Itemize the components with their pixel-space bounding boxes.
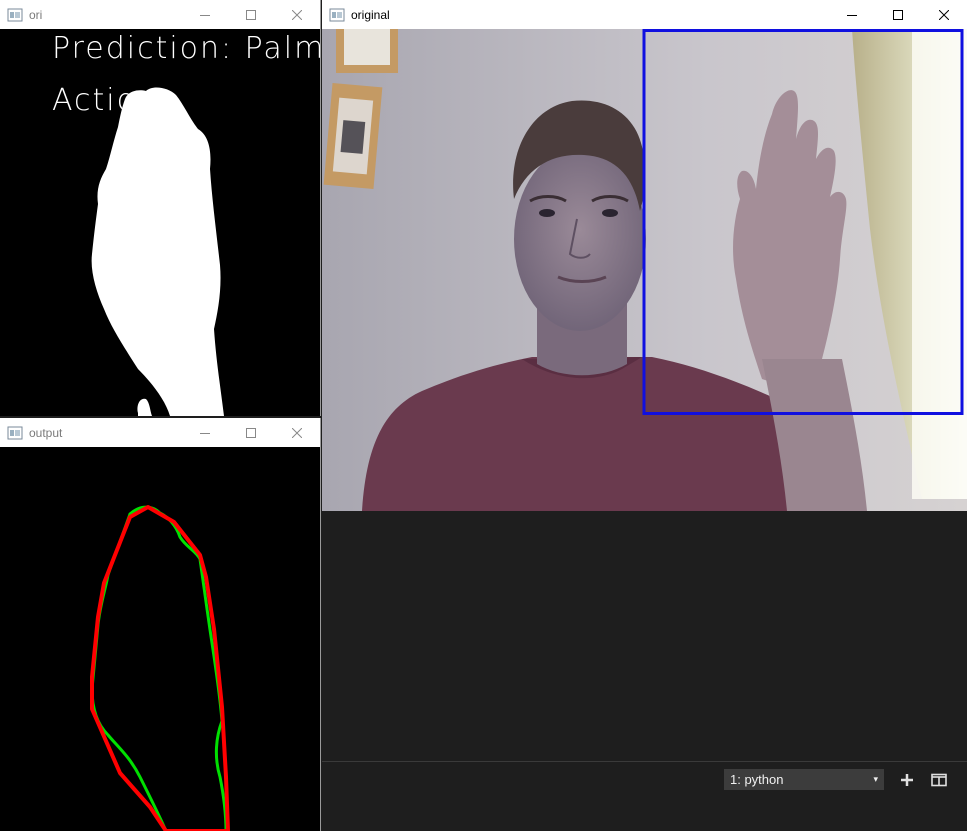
app-icon [7, 426, 23, 439]
hull-red [90, 505, 230, 831]
maximize-icon [893, 9, 903, 20]
titlebar-original[interactable]: original [322, 0, 967, 29]
terminal-panel: 1: python ▾ [322, 511, 967, 831]
maximize-icon [246, 427, 256, 438]
app-icon [7, 8, 23, 21]
webcam-image [322, 29, 967, 511]
app-icon [329, 8, 345, 21]
webcam-frame [322, 29, 967, 511]
close-button[interactable] [274, 418, 320, 447]
close-button[interactable] [921, 0, 967, 29]
contour-green [90, 505, 228, 831]
contour-image [0, 447, 320, 831]
close-button[interactable] [274, 0, 320, 29]
close-icon [939, 9, 949, 20]
titlebar-ori[interactable]: ori [0, 0, 320, 29]
picture-frame [336, 29, 398, 73]
new-terminal-button[interactable] [898, 771, 916, 789]
split-icon [931, 773, 947, 787]
minimize-icon [200, 432, 210, 434]
close-icon [292, 9, 302, 20]
contour-drawing [90, 505, 230, 831]
plus-icon [901, 774, 913, 786]
split-terminal-button[interactable] [930, 771, 948, 789]
terminal-divider [322, 761, 967, 762]
action-text: Action [52, 83, 158, 118]
window-title: ori [29, 7, 43, 22]
maximize-button[interactable] [228, 0, 274, 29]
hand-mask [91, 87, 224, 416]
window-ori: ori Prediction: Palm Action [0, 0, 321, 416]
window-title: output [29, 425, 63, 440]
maximize-button[interactable] [875, 0, 921, 29]
maximize-button[interactable] [228, 418, 274, 447]
picture-frame [323, 83, 383, 189]
chevron-down-icon: ▾ [873, 774, 878, 784]
prediction-text: Prediction: Palm [52, 31, 321, 66]
window-output: output [0, 418, 321, 831]
terminal-select[interactable]: 1: python ▾ [724, 769, 884, 790]
minimize-button[interactable] [182, 0, 228, 29]
close-icon [292, 427, 302, 438]
window-title: original [351, 7, 390, 22]
mask-image: Prediction: Palm Action [0, 29, 320, 416]
terminal-select-value: 1: python [730, 772, 784, 787]
minimize-icon [847, 14, 857, 16]
minimize-button[interactable] [182, 418, 228, 447]
minimize-icon [200, 14, 210, 16]
window-original: original [322, 0, 967, 511]
titlebar-output[interactable]: output [0, 418, 320, 447]
minimize-button[interactable] [829, 0, 875, 29]
maximize-icon [246, 9, 256, 20]
